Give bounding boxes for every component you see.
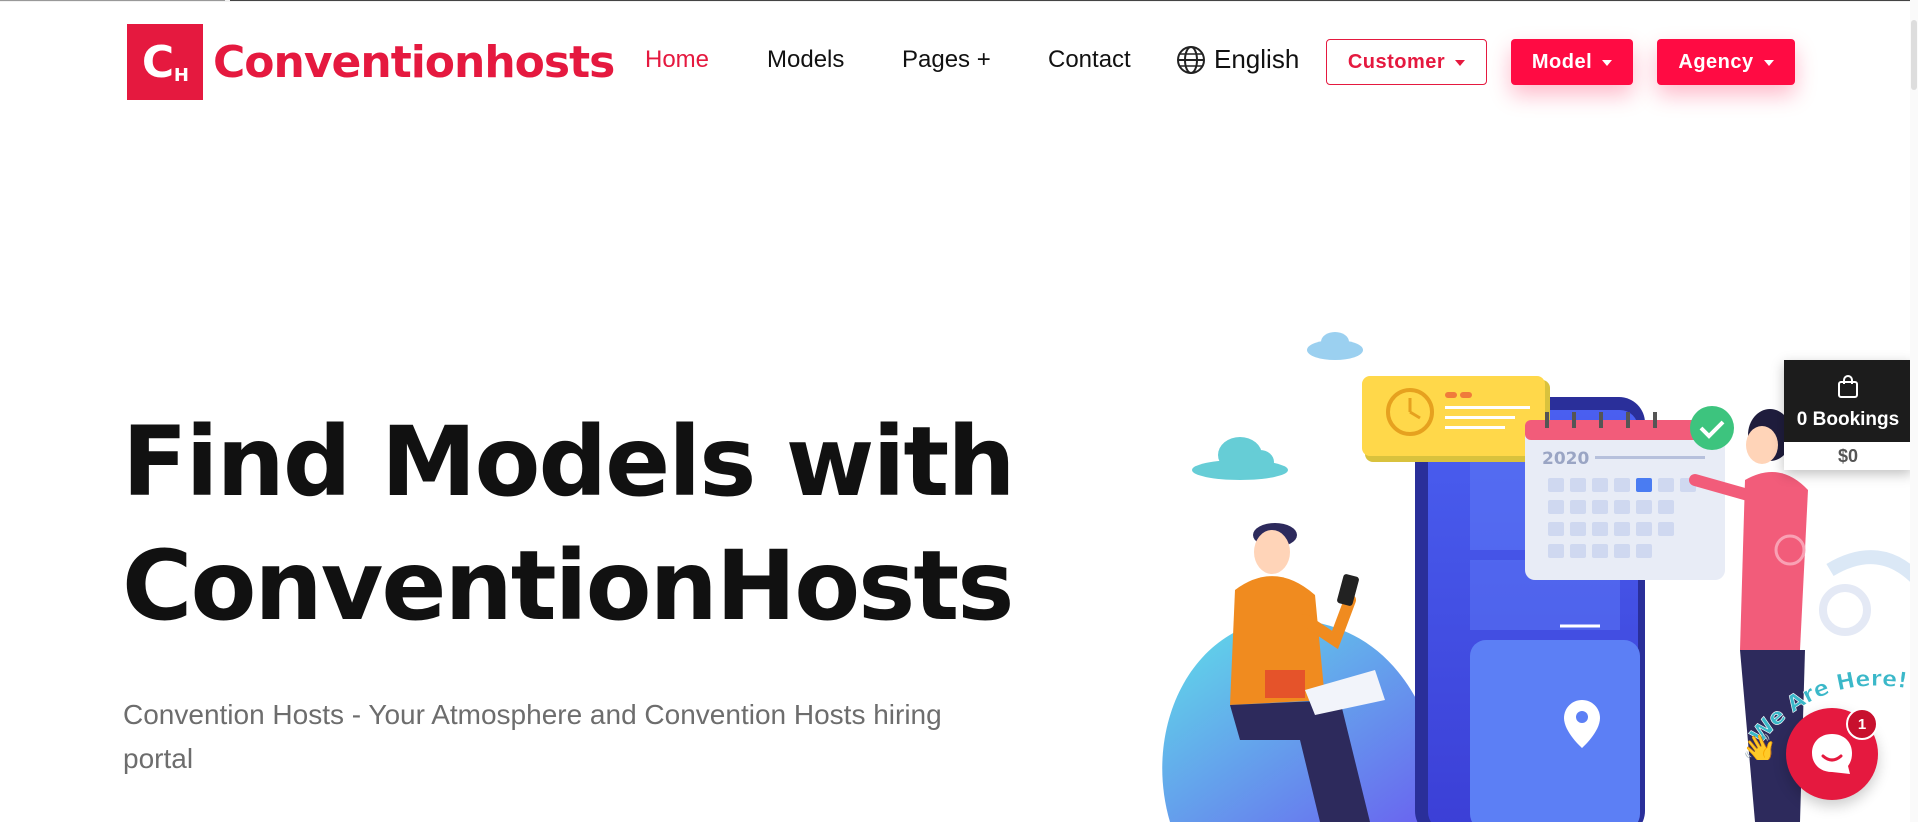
- clock-card: [1362, 376, 1550, 462]
- hero-heading-line1: Find Models with: [122, 406, 1016, 518]
- hero-subtitle: Convention Hosts - Your Atmosphere and C…: [123, 699, 942, 774]
- bookings-count: 0 Bookings: [1796, 409, 1900, 430]
- model-dropdown-button[interactable]: Model: [1511, 39, 1633, 85]
- nav-pages-link[interactable]: Pages +: [902, 46, 991, 74]
- language-selector[interactable]: English: [1176, 44, 1299, 75]
- logo-wordmark: Conventionhosts: [213, 36, 615, 88]
- chat-unread-badge: 1: [1846, 708, 1878, 740]
- page-scrollbar[interactable]: [1910, 0, 1918, 822]
- customer-button-label: Customer: [1347, 50, 1446, 73]
- chevron-down-icon: [1602, 60, 1613, 66]
- site-logo[interactable]: C H Conventionhosts: [127, 24, 615, 100]
- nav-contact-link[interactable]: Contact: [1048, 46, 1131, 74]
- scrollbar-thumb[interactable]: [1911, 20, 1917, 90]
- shopping-bag-icon: [1784, 374, 1912, 405]
- chat-bubble-icon: [1812, 734, 1852, 774]
- nav-models-link[interactable]: Models: [767, 46, 844, 74]
- cloud-icon: [1307, 332, 1363, 360]
- bookings-total: $0: [1784, 442, 1912, 470]
- agency-dropdown-button[interactable]: Agency: [1657, 39, 1795, 85]
- model-button-label: Model: [1531, 50, 1593, 73]
- waving-hand-icon: 👋: [1742, 733, 1777, 760]
- calendar-year: 2020: [1542, 449, 1589, 469]
- chevron-down-icon: [1455, 60, 1466, 66]
- agency-button-label: Agency: [1678, 50, 1754, 73]
- top-border: [0, 0, 1918, 2]
- nav-home-link[interactable]: Home: [645, 46, 709, 74]
- cloud-icon: [1192, 437, 1288, 480]
- logo-sub-letter: H: [173, 65, 189, 86]
- logo-letter: C: [141, 36, 175, 88]
- chevron-down-icon: [1763, 60, 1774, 66]
- hero-heading: Find Models with ConventionHosts: [122, 400, 1022, 648]
- globe-icon: [1177, 45, 1205, 74]
- language-label: English: [1214, 44, 1300, 74]
- calendar-graphic: 2020: [1525, 406, 1734, 580]
- customer-dropdown-button[interactable]: Customer: [1326, 39, 1487, 85]
- bookings-cart-widget[interactable]: 0 Bookings $0: [1784, 360, 1912, 470]
- hero-heading-line2: ConventionHosts: [122, 530, 1014, 642]
- logo-mark: C H: [127, 24, 203, 100]
